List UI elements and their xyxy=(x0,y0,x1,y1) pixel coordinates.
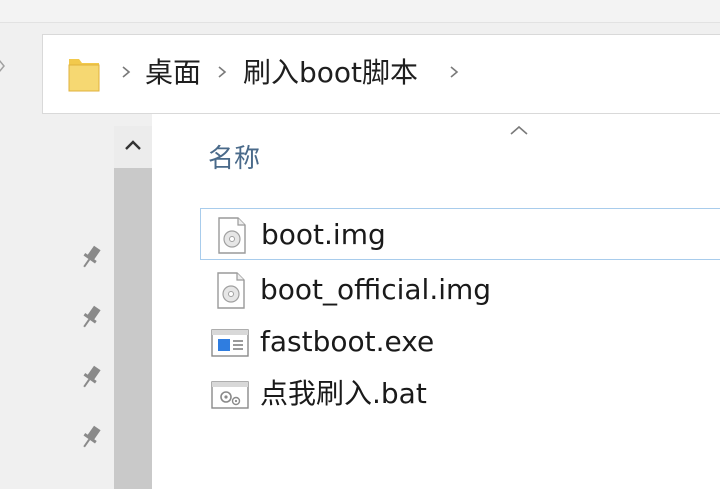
pin-icon[interactable] xyxy=(76,422,106,452)
explorer-window: 桌面 刷入boot脚本 名称 boot.img boot_official.im… xyxy=(0,0,720,489)
folder-icon xyxy=(67,53,101,95)
file-row[interactable]: boot.img xyxy=(200,208,720,260)
nav-pane-scrollbar[interactable] xyxy=(114,126,152,489)
disk-image-icon xyxy=(211,215,251,255)
file-row[interactable]: boot_official.img xyxy=(200,264,720,316)
pin-icon[interactable] xyxy=(76,362,106,392)
chevron-up-icon xyxy=(125,140,141,150)
breadcrumb-chevron-icon[interactable] xyxy=(447,59,461,85)
column-header-name[interactable]: 名称 xyxy=(208,142,260,176)
sort-ascending-chevron-icon xyxy=(508,122,530,141)
address-bar[interactable]: 桌面 刷入boot脚本 xyxy=(42,34,720,114)
batch-file-icon xyxy=(210,374,250,414)
nav-edge-chevron-icon[interactable] xyxy=(0,58,8,78)
breadcrumb-chevron-icon[interactable] xyxy=(119,59,133,85)
file-name: boot.img xyxy=(261,218,386,251)
window-top-strip xyxy=(0,0,720,23)
file-row[interactable]: fastboot.exe xyxy=(200,316,720,368)
file-name: 点我刷入.bat xyxy=(260,377,427,410)
file-name: fastboot.exe xyxy=(260,325,435,358)
scroll-thumb[interactable] xyxy=(114,168,152,489)
file-row[interactable]: 点我刷入.bat xyxy=(200,368,720,420)
pin-icon[interactable] xyxy=(76,302,106,332)
disk-image-icon xyxy=(210,270,250,310)
file-name: boot_official.img xyxy=(260,273,492,306)
application-icon xyxy=(210,322,250,362)
breadcrumb-item-current-folder[interactable]: 刷入boot脚本 xyxy=(243,55,418,91)
breadcrumb-item-desktop[interactable]: 桌面 xyxy=(145,55,201,91)
pin-icon[interactable] xyxy=(76,242,106,272)
breadcrumb-chevron-icon[interactable] xyxy=(215,59,229,85)
scroll-up-button[interactable] xyxy=(114,126,152,168)
file-list-pane: 名称 boot.img boot_official.img fastboot.e… xyxy=(152,114,720,489)
